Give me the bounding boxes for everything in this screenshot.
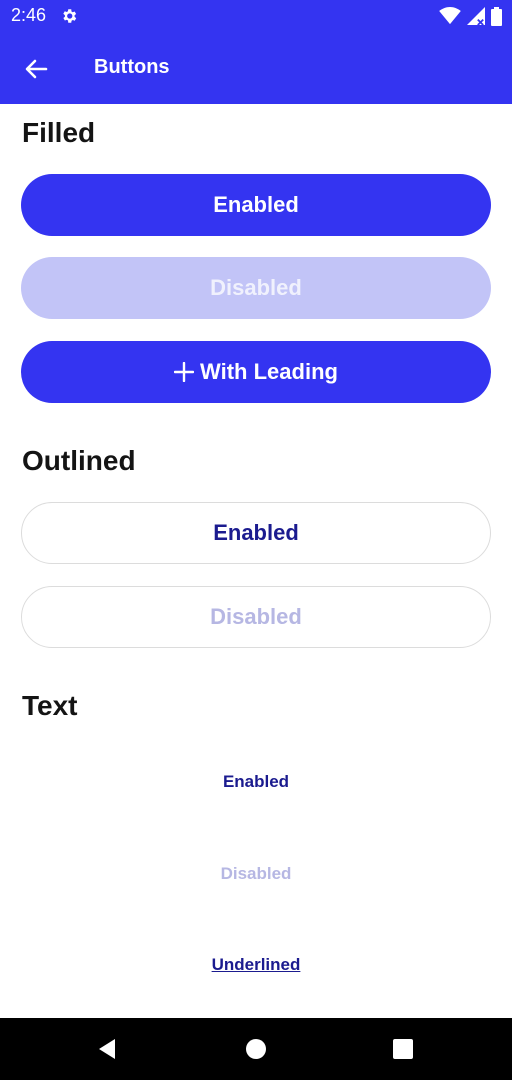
text-enabled-button[interactable]: Enabled	[0, 762, 512, 802]
button-label: With Leading	[200, 359, 338, 384]
plus-icon	[174, 362, 195, 382]
outlined-enabled-button[interactable]: Enabled	[21, 502, 491, 564]
text-section-title: Text	[22, 690, 78, 721]
button-label: Enabled	[213, 192, 299, 217]
page-title: Buttons	[94, 56, 170, 78]
outlined-section-title: Outlined	[22, 445, 136, 476]
status-bar: 2:46	[0, 0, 512, 33]
nav-recents-icon[interactable]	[388, 1034, 418, 1064]
back-arrow-icon[interactable]	[20, 53, 52, 85]
app-bar: Buttons	[0, 33, 512, 104]
battery-icon	[491, 6, 502, 26]
nav-back-icon[interactable]	[93, 1034, 123, 1064]
text-underlined-button[interactable]: Underlined	[0, 945, 512, 985]
filled-disabled-button: Disabled	[21, 257, 491, 319]
signal-icon	[467, 7, 485, 25]
status-icons	[439, 6, 502, 26]
status-time: 2:46	[11, 5, 47, 25]
button-label: Disabled	[210, 604, 302, 629]
filled-enabled-button[interactable]: Enabled	[21, 174, 491, 236]
outlined-disabled-button: Disabled	[21, 586, 491, 648]
text-disabled-button: Disabled	[220, 864, 292, 883]
wifi-icon	[439, 7, 461, 25]
settings-gear-icon	[63, 9, 77, 23]
filled-with-leading-button[interactable]: With Leading	[21, 341, 491, 403]
system-nav-bar	[0, 1018, 512, 1080]
nav-home-icon[interactable]	[241, 1034, 271, 1064]
button-label: Enabled	[213, 520, 299, 545]
button-label: Disabled	[210, 275, 302, 300]
filled-section-title: Filled	[22, 117, 96, 148]
